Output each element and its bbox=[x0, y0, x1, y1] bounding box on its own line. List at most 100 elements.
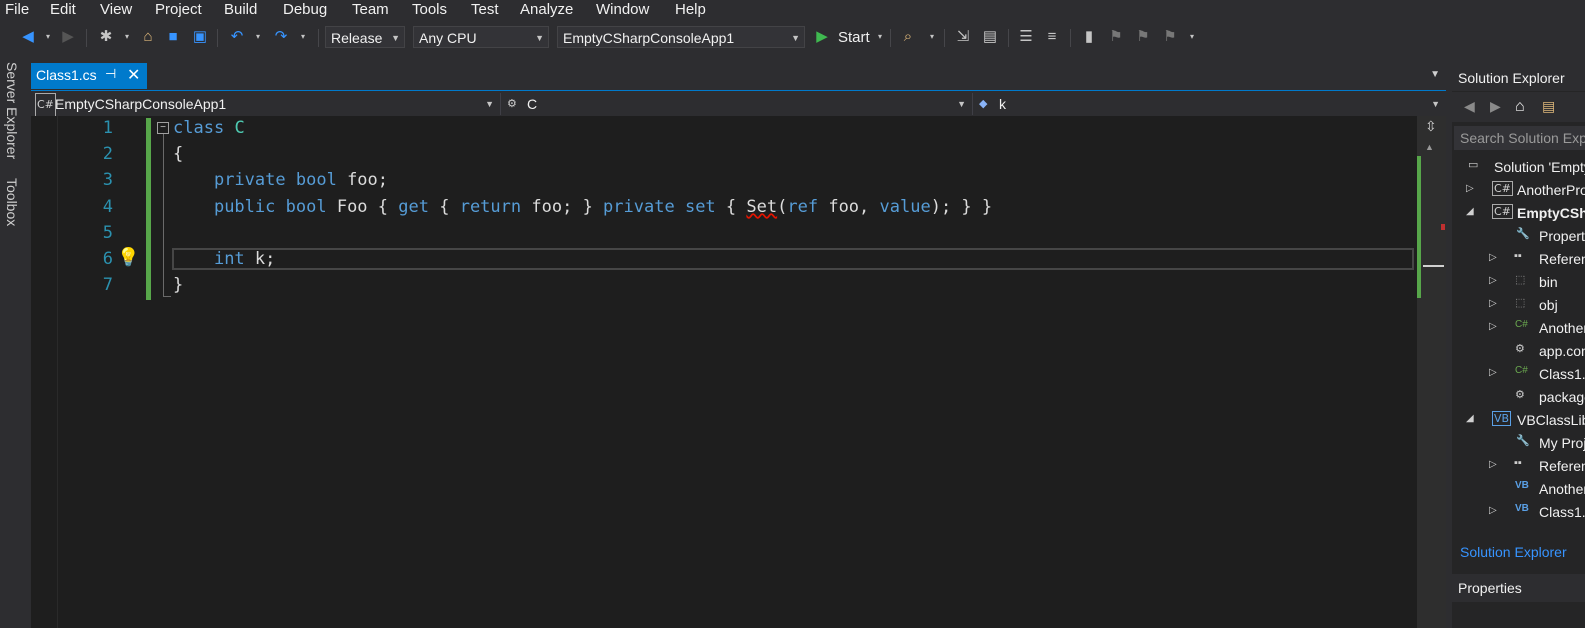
find-dropdown-icon[interactable]: ▾ bbox=[922, 27, 942, 47]
forward-icon[interactable]: ▶ bbox=[58, 27, 78, 47]
menu-window[interactable]: Window bbox=[596, 1, 649, 18]
tree-item-folder[interactable]: ▷ ▪▪ References bbox=[1452, 250, 1585, 272]
platform-dropdown[interactable]: Any CPU ▼ bbox=[413, 26, 549, 48]
back-icon[interactable]: ◀ bbox=[1464, 98, 1475, 115]
redo-icon[interactable]: ↷ bbox=[271, 27, 291, 47]
split-window-icon[interactable]: ⇳ bbox=[1425, 118, 1437, 135]
expand-icon[interactable]: ▷ bbox=[1466, 183, 1474, 194]
menu-analyze[interactable]: Analyze bbox=[520, 1, 573, 18]
type-dropdown[interactable]: ⚙ C ▼ bbox=[503, 93, 973, 115]
undo-icon[interactable]: ↶ bbox=[227, 27, 247, 47]
toolbox-tab[interactable]: Toolbox bbox=[4, 178, 20, 226]
pin-icon[interactable]: ⊣ bbox=[105, 66, 116, 82]
vb-project-icon: VB bbox=[1492, 411, 1512, 426]
tree-item-solution[interactable]: ▭ Solution 'EmptyCSharpConsoleApp1' bbox=[1452, 158, 1585, 180]
back-icon[interactable]: ◀ bbox=[18, 27, 38, 47]
project-dropdown[interactable]: C# EmptyCSharpConsoleApp1 ▼ bbox=[31, 93, 501, 117]
expand-icon[interactable]: ▷ bbox=[1489, 505, 1497, 516]
tree-item-project[interactable]: ◢ VB VBClassLibrary bbox=[1452, 411, 1585, 433]
expand-icon[interactable]: ▷ bbox=[1489, 367, 1497, 378]
start-dropdown-icon[interactable]: ▾ bbox=[870, 27, 890, 47]
tree-item-folder[interactable]: ▷ ▪▪ References bbox=[1452, 457, 1585, 479]
menu-test[interactable]: Test bbox=[471, 1, 499, 18]
expand-icon[interactable]: ▷ bbox=[1489, 252, 1497, 263]
code-line[interactable]: private bool foo; bbox=[173, 170, 388, 190]
menu-tools[interactable]: Tools bbox=[412, 1, 447, 18]
collapse-icon[interactable]: − bbox=[157, 122, 169, 134]
tree-item-project[interactable]: ▷ C# AnotherProject bbox=[1452, 181, 1585, 203]
next-bookmark-icon[interactable]: ⚑ bbox=[1133, 27, 1153, 47]
comment-icon[interactable]: ≡ bbox=[1042, 27, 1062, 47]
tree-item-file[interactable]: ⚙ app.config bbox=[1452, 342, 1585, 364]
tree-item-file[interactable]: VB AnotherClass.vb bbox=[1452, 480, 1585, 502]
open-file-icon[interactable]: ⌂ bbox=[138, 27, 158, 47]
clear-bookmarks-icon[interactable]: ⚑ bbox=[1160, 27, 1180, 47]
tree-item-file[interactable]: ▷ C# AnotherClass.cs bbox=[1452, 319, 1585, 341]
tree-item-project[interactable]: ◢ C# EmptyCSharpConsoleApp1 bbox=[1452, 204, 1585, 226]
expand-icon[interactable]: ▷ bbox=[1489, 275, 1497, 286]
expand-icon[interactable]: ▷ bbox=[1489, 321, 1497, 332]
menu-file[interactable]: File bbox=[5, 1, 29, 18]
menu-team[interactable]: Team bbox=[352, 1, 389, 18]
close-icon[interactable]: ✕ bbox=[127, 65, 140, 85]
indent-icon[interactable]: ☰ bbox=[1016, 27, 1036, 47]
menu-project[interactable]: Project bbox=[155, 1, 202, 18]
tree-item-folder[interactable]: 🔧 My Project bbox=[1452, 434, 1585, 456]
code-line[interactable]: } bbox=[173, 275, 183, 295]
expand-icon[interactable]: ▷ bbox=[1489, 298, 1497, 309]
scroll-up-icon[interactable]: ▲ bbox=[1425, 142, 1434, 152]
expand-icon[interactable]: ▷ bbox=[1489, 459, 1497, 470]
csharp-project-icon: C# bbox=[1492, 181, 1513, 196]
bookmark-icon[interactable]: ▮ bbox=[1079, 27, 1099, 47]
back-dropdown-icon[interactable]: ▾ bbox=[38, 27, 58, 47]
tree-item-file[interactable]: ▷ VB Class1.vb bbox=[1452, 503, 1585, 525]
tab-overflow-icon[interactable]: ▼ bbox=[1430, 69, 1440, 80]
save-icon[interactable]: ■ bbox=[163, 27, 183, 47]
code-line[interactable]: int k; bbox=[173, 249, 275, 269]
lightbulb-icon[interactable]: 💡 bbox=[117, 247, 139, 268]
menu-debug[interactable]: Debug bbox=[283, 1, 327, 18]
server-explorer-tab[interactable]: Server Explorer bbox=[4, 62, 20, 159]
menu-edit[interactable]: Edit bbox=[50, 1, 76, 18]
menu-build[interactable]: Build bbox=[224, 1, 257, 18]
home-icon[interactable]: ⌂ bbox=[1515, 98, 1525, 116]
code-line[interactable]: { bbox=[173, 144, 183, 164]
switch-views-icon[interactable]: ▤ bbox=[1542, 98, 1555, 115]
start-button[interactable]: Start bbox=[838, 29, 870, 46]
collapse-icon[interactable]: ◢ bbox=[1466, 413, 1474, 424]
collapse-icon[interactable]: ◢ bbox=[1466, 206, 1474, 217]
menu-view[interactable]: View bbox=[100, 1, 132, 18]
code-editor[interactable]: 1 2 3 4 5 6 7 💡 − class C { private bool… bbox=[31, 116, 1417, 628]
startup-project-dropdown[interactable]: EmptyCSharpConsoleApp1 ▼ bbox=[557, 26, 805, 48]
configuration-dropdown[interactable]: Release ▼ bbox=[325, 26, 405, 48]
redo-dropdown-icon[interactable]: ▾ bbox=[293, 27, 313, 47]
tree-item-folder[interactable]: ▷ ⬚ obj bbox=[1452, 296, 1585, 318]
new-dropdown-icon[interactable]: ▾ bbox=[117, 27, 137, 47]
tree-item-folder[interactable]: ▷ ⬚ bin bbox=[1452, 273, 1585, 295]
new-project-icon[interactable]: ✱ bbox=[96, 27, 116, 47]
tab-class1-cs[interactable]: Class1.cs ⊣ ✕ bbox=[31, 63, 147, 89]
config-file-icon: ⚙ bbox=[1515, 389, 1525, 401]
solution-explorer-header: Solution Explorer bbox=[1452, 64, 1585, 91]
code-line[interactable]: class C bbox=[173, 118, 245, 138]
member-dropdown[interactable]: ◆ k ▼ bbox=[975, 93, 1446, 115]
references-icon: ▪▪ bbox=[1514, 457, 1522, 469]
solution-view-icon[interactable]: ▤ bbox=[980, 27, 1000, 47]
step-into-icon[interactable]: ⇲ bbox=[953, 27, 973, 47]
start-icon[interactable]: ▶ bbox=[812, 27, 832, 47]
save-all-icon[interactable]: ▣ bbox=[190, 27, 210, 47]
toolbar-overflow-icon[interactable]: ▾ bbox=[1182, 27, 1202, 47]
vertical-scrollbar[interactable]: ⇳ ▲ bbox=[1417, 116, 1446, 628]
solution-explorer-tab[interactable]: Solution Explorer bbox=[1460, 544, 1567, 560]
tree-item-file[interactable]: ▷ C# Class1.cs bbox=[1452, 365, 1585, 387]
tree-item-folder[interactable]: 🔧 Properties bbox=[1452, 227, 1585, 249]
line-number: 1 bbox=[102, 118, 113, 138]
solution-search-input[interactable]: Search Solution Explorer bbox=[1454, 126, 1585, 150]
menu-help[interactable]: Help bbox=[675, 1, 706, 18]
find-in-files-icon[interactable]: ⌕ bbox=[898, 27, 918, 47]
tree-item-file[interactable]: ⚙ packages.config bbox=[1452, 388, 1585, 410]
forward-icon[interactable]: ▶ bbox=[1490, 98, 1501, 115]
prev-bookmark-icon[interactable]: ⚑ bbox=[1106, 27, 1126, 47]
undo-dropdown-icon[interactable]: ▾ bbox=[248, 27, 268, 47]
code-line[interactable]: public bool Foo { get { return foo; } pr… bbox=[173, 197, 992, 217]
